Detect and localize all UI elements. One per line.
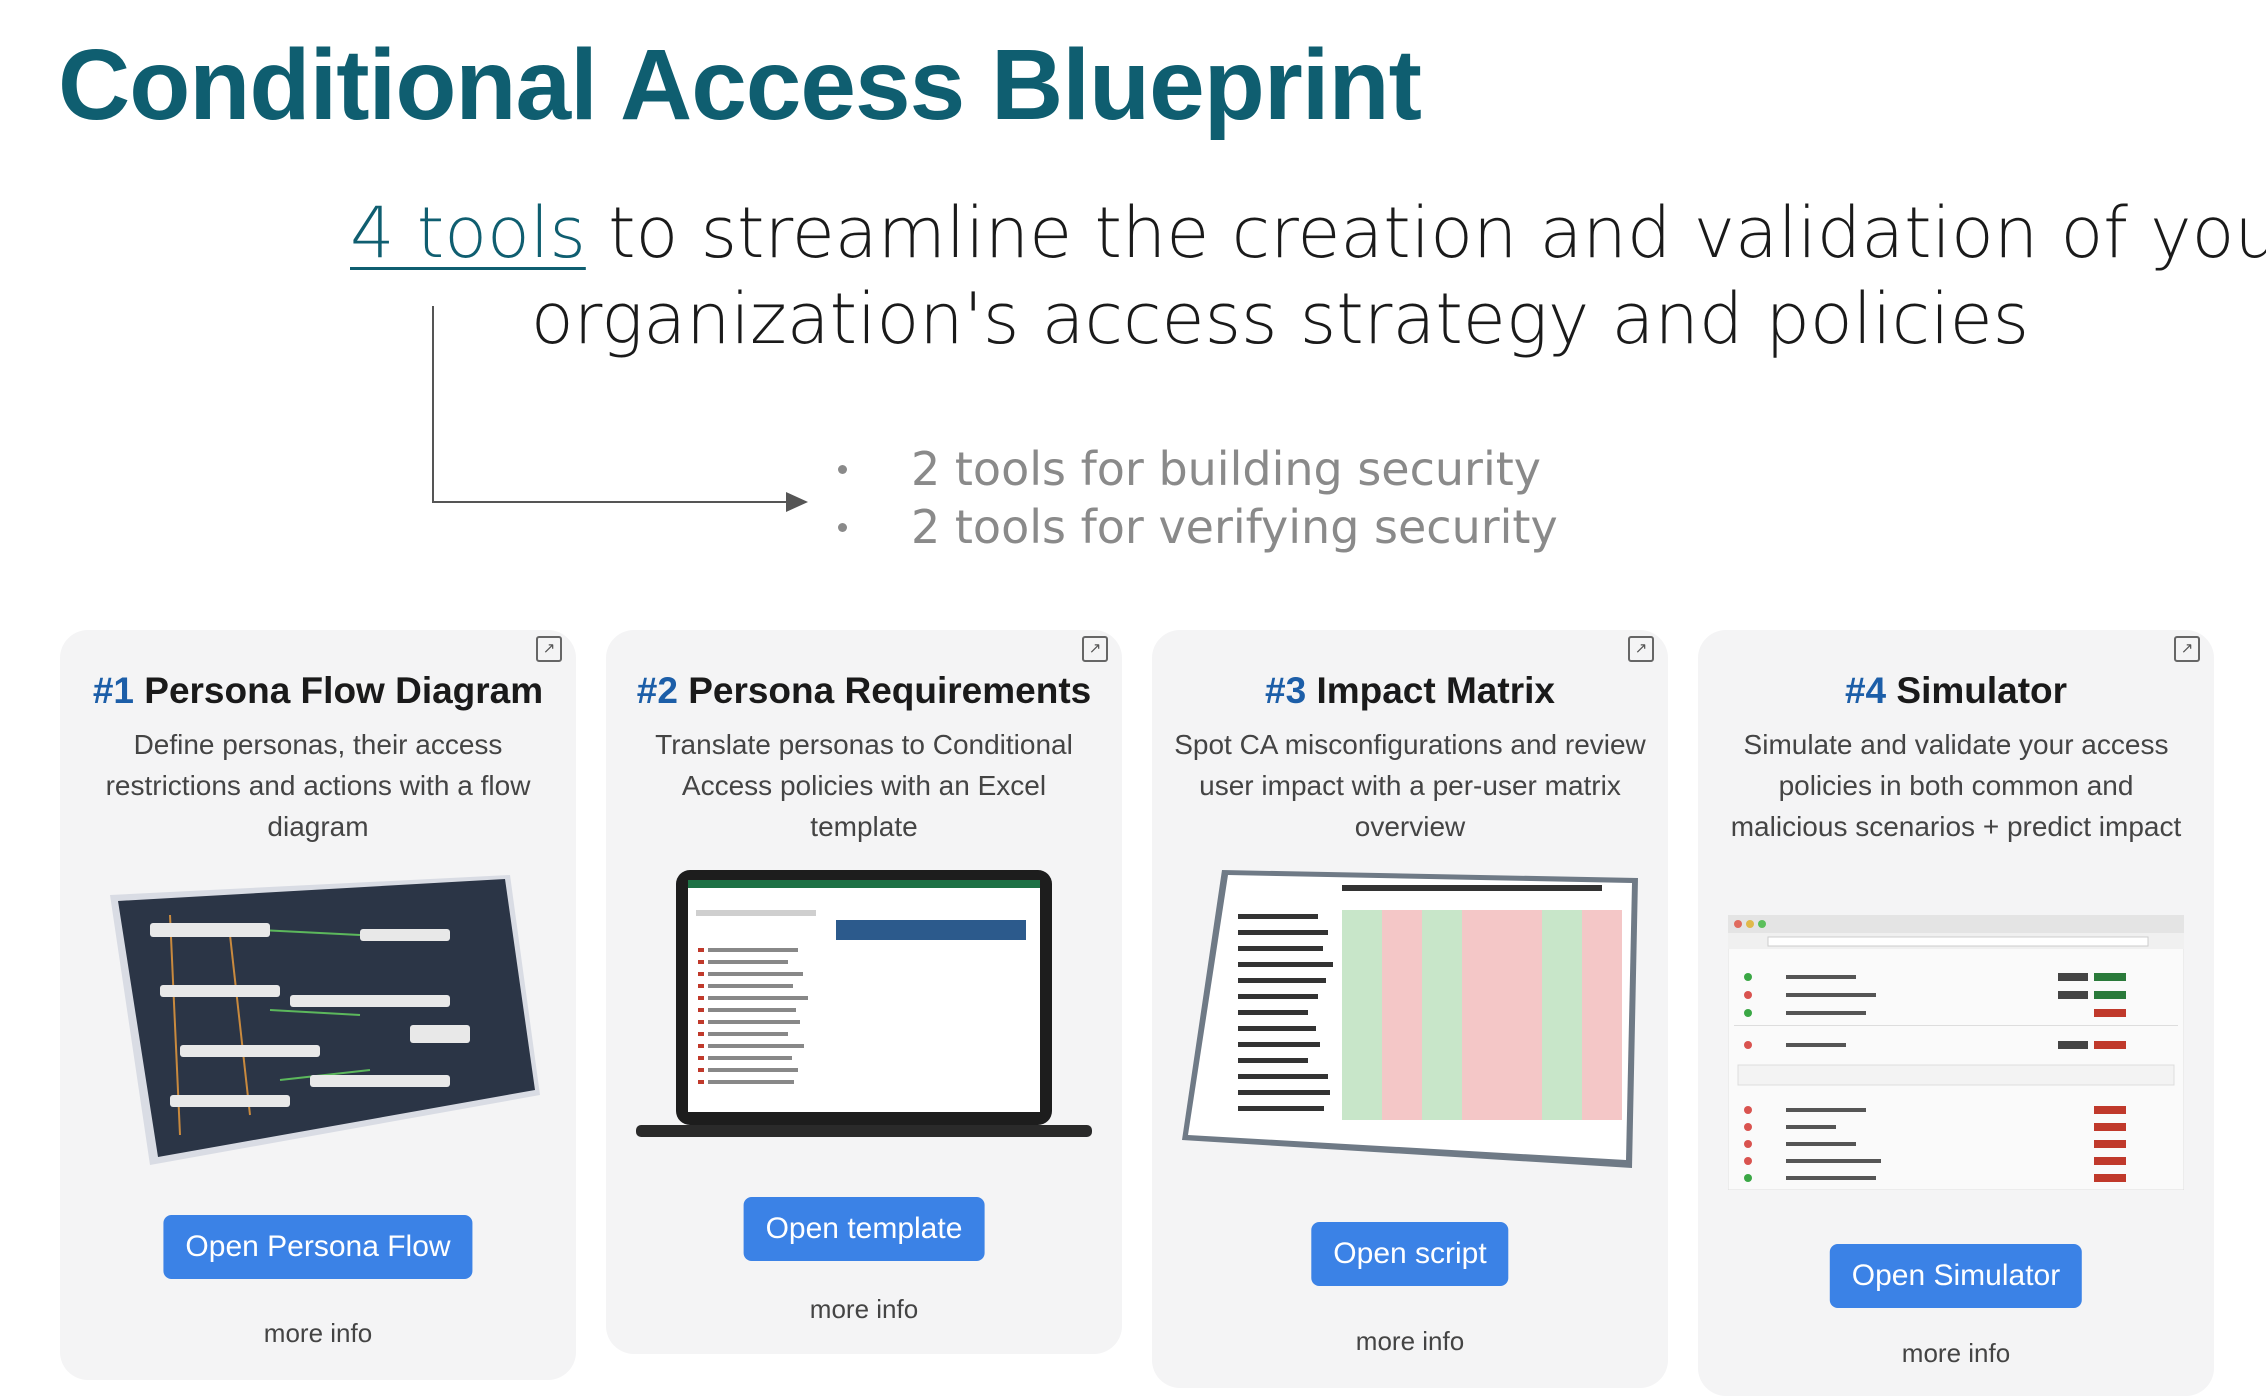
flow-diagram-preview [110,875,540,1165]
bullet-dot-icon [838,464,847,474]
card-simulator: ↗ #4 Simulator Simulate and validate you… [1698,630,2214,1396]
more-info-link[interactable]: more info [606,1294,1122,1325]
simulator-preview [1728,915,2184,1190]
external-link-icon[interactable]: ↗ [536,636,562,662]
bullet-list: 2 tools for building security 2 tools fo… [830,440,1558,556]
bullet-dot-icon [838,522,847,532]
card-persona-flow: ↗ #1 Persona Flow Diagram Define persona… [60,630,576,1380]
card-title: #1 Persona Flow Diagram [92,670,544,711]
external-link-icon[interactable]: ↗ [2174,636,2200,662]
open-script-button[interactable]: Open script [1311,1222,1509,1286]
open-template-button[interactable]: Open template [743,1197,985,1261]
card-description: Define personas, their access restrictio… [105,729,531,842]
excel-template-preview [636,870,1092,1137]
external-link-icon[interactable]: ↗ [1628,636,1654,662]
open-simulator-button[interactable]: Open Simulator [1829,1244,2083,1308]
bullet-item: 2 tools for verifying security [830,498,1558,556]
impact-matrix-preview [1182,870,1638,1168]
card-impact-matrix: ↗ #3 Impact Matrix Spot CA misconfigurat… [1152,630,1668,1388]
more-info-link[interactable]: more info [1152,1326,1668,1357]
external-link-icon[interactable]: ↗ [1082,636,1108,662]
bullet-item: 2 tools for building security [830,440,1558,498]
card-description: Simulate and validate your access polici… [1730,729,2182,842]
open-persona-flow-button[interactable]: Open Persona Flow [163,1215,473,1279]
card-description: Spot CA misconfigurations and review use… [1174,729,1646,842]
card-title: #3 Impact Matrix [1265,670,1555,711]
card-description: Translate personas to Conditional Access… [655,729,1073,842]
more-info-link[interactable]: more info [1698,1338,2214,1369]
card-persona-requirements: ↗ #2 Persona Requirements Translate pers… [606,630,1122,1354]
more-info-link[interactable]: more info [60,1318,576,1349]
card-title: #2 Persona Requirements [636,670,1092,711]
card-title: #4 Simulator [1844,670,2068,711]
